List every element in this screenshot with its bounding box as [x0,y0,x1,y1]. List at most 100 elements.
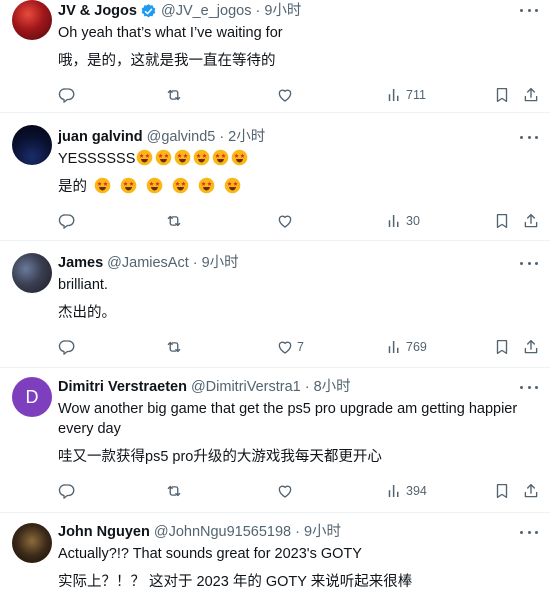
view-count: 769 [406,340,427,354]
view-count: 30 [406,214,420,228]
reply-button[interactable] [58,85,76,105]
reply-post[interactable]: John Nguyen @JohnNgu91565198 · 9小时 Actua… [0,513,550,597]
display-name[interactable]: John Nguyen [58,522,150,542]
share-button[interactable] [522,211,540,231]
action-bar: 711 [58,85,538,105]
like-count: 7 [297,340,304,354]
star-struck-emoji [172,177,189,194]
reply-post[interactable]: D Dimitri Verstraeten @DimitriVerstra1 ·… [0,368,550,513]
post-timestamp[interactable]: 9小时 [202,253,239,273]
views-chart-icon [385,212,403,230]
views-button[interactable]: 394 [385,481,427,501]
repost-button[interactable] [165,481,183,501]
views-button[interactable]: 30 [385,211,420,231]
separator-dot: · [192,255,198,271]
bookmark-icon [493,86,511,104]
post-text: YESSSSSS [58,149,538,169]
views-chart-icon [385,338,403,356]
share-icon [522,482,540,500]
action-bar: 7 769 [58,337,538,357]
user-handle[interactable]: @JamiesAct [107,253,189,273]
views-chart-icon [385,482,403,500]
bookmark-button[interactable] [493,85,511,105]
share-button[interactable] [522,85,540,105]
share-icon [522,338,540,356]
views-button[interactable]: 711 [385,85,426,105]
like-button[interactable] [276,85,297,105]
reply-icon [58,482,76,500]
post-timestamp[interactable]: 9小时 [304,522,341,542]
translated-text: 哦，是的，这就是我一直在等待的 [58,53,276,69]
post-text: Oh yeah that’s what I’ve waiting for [58,25,283,41]
heart-icon [276,212,294,230]
reply-icon [58,212,76,230]
share-button[interactable] [522,481,540,501]
views-chart-icon [385,86,403,104]
star-struck-emoji [224,177,241,194]
separator-dot: · [295,524,300,540]
more-options-icon[interactable] [520,256,538,270]
bookmark-button[interactable] [493,211,511,231]
user-handle[interactable]: @DimitriVerstra1 [191,377,301,397]
translated-text-words: 是的 [58,179,87,195]
avatar[interactable] [12,253,52,293]
reply-button[interactable] [58,211,76,231]
like-button[interactable]: 7 [276,337,304,357]
view-count: 394 [406,484,427,498]
star-struck-emoji [231,149,248,166]
bookmark-icon [493,482,511,500]
share-button[interactable] [522,337,540,357]
more-options-icon[interactable] [520,525,538,539]
post-text: Actually?!? That sounds great for 2023's… [58,546,362,562]
reply-post[interactable]: James @JamiesAct · 9小时 brilliant. 杰出的。 7… [0,241,550,368]
share-icon [522,212,540,230]
avatar[interactable] [12,0,52,40]
user-handle[interactable]: @JohnNgu91565198 [154,522,291,542]
more-options-icon[interactable] [520,130,538,144]
avatar[interactable]: D [12,377,52,417]
repost-button[interactable] [165,211,183,231]
separator-dot: · [219,129,225,145]
heart-icon [276,86,294,104]
star-struck-emoji [193,149,210,166]
repost-button[interactable] [165,337,183,357]
verified-badge-icon [141,3,156,17]
more-options-icon[interactable] [520,380,538,394]
avatar[interactable] [12,125,52,165]
star-struck-emoji [174,149,191,166]
translated-text: 是的 [58,177,538,197]
more-options-icon[interactable] [520,3,538,17]
reply-button[interactable] [58,337,76,357]
repost-button[interactable] [165,85,183,105]
post-timestamp[interactable]: 2小时 [228,127,265,147]
display-name[interactable]: JV & Jogos [58,1,137,21]
star-struck-emoji [155,149,172,166]
star-struck-emoji [136,149,153,166]
action-bar: 394 [58,481,538,501]
repost-icon [165,482,183,500]
like-button[interactable] [276,211,297,231]
display-name[interactable]: Dimitri Verstraeten [58,377,187,397]
post-text: Wow another big game that get the ps5 pr… [58,401,518,437]
views-button[interactable]: 769 [385,337,427,357]
star-struck-emoji [198,177,215,194]
like-button[interactable] [276,481,297,501]
user-handle[interactable]: @galvind5 [147,127,216,147]
bookmark-button[interactable] [493,481,511,501]
repost-icon [165,338,183,356]
post-timestamp[interactable]: 8小时 [314,377,351,397]
repost-icon [165,86,183,104]
share-icon [522,86,540,104]
star-struck-emoji [120,177,137,194]
reply-post[interactable]: juan galvind @galvind5 · 2小时 YESSSSSS 是的… [0,113,550,241]
user-handle[interactable]: @JV_e_jogos [161,1,252,21]
post-timestamp[interactable]: 9小时 [264,1,301,21]
avatar[interactable] [12,523,52,563]
translated-text: 哇又一款获得ps5 pro升级的大游戏我每天都更开心 [58,449,382,465]
display-name[interactable]: James [58,253,103,273]
reply-post[interactable]: JV & Jogos @JV_e_jogos · 9小时 Oh yeah tha… [0,0,550,113]
display-name[interactable]: juan galvind [58,127,143,147]
view-count: 711 [406,88,426,102]
bookmark-button[interactable] [493,337,511,357]
reply-button[interactable] [58,481,76,501]
